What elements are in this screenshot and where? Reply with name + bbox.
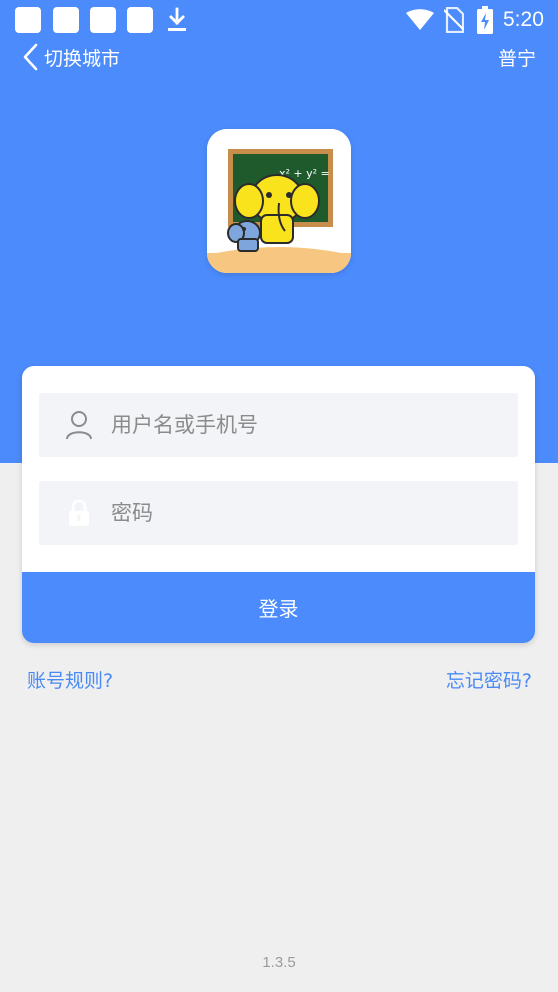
- app-logo: x² + y² = 1: [207, 129, 351, 273]
- switch-city-button[interactable]: 切换城市: [22, 42, 120, 72]
- wifi-icon: [406, 9, 434, 30]
- password-field: [39, 481, 518, 545]
- download-icon: [168, 7, 186, 31]
- switch-city-label: 切换城市: [44, 47, 121, 70]
- app-version: 1.3.5: [262, 954, 296, 971]
- forgot-password-link[interactable]: 忘记密码?: [446, 666, 532, 693]
- app-notification-icon: [127, 7, 153, 33]
- username-input[interactable]: [111, 413, 491, 437]
- chevron-left-icon: [23, 43, 38, 71]
- app-notification-icon: [90, 7, 116, 33]
- status-bar: 5:20: [0, 0, 558, 40]
- no-sim-icon: [444, 7, 464, 33]
- username-field: [39, 393, 518, 457]
- app-notification-icon: [53, 7, 79, 33]
- elephant-teacher-logo-icon: x² + y² = 1: [207, 129, 351, 273]
- login-button[interactable]: 登录: [22, 572, 535, 643]
- password-input[interactable]: [111, 501, 491, 525]
- battery-charging-icon: [477, 6, 493, 34]
- current-city: 普宁: [497, 48, 536, 70]
- status-time: 5:20: [503, 8, 544, 31]
- login-card: 登录: [22, 366, 535, 643]
- lock-icon: [69, 499, 89, 526]
- user-icon: [66, 411, 92, 440]
- account-rules-link[interactable]: 账号规则?: [27, 666, 113, 693]
- app-notification-icon: [15, 7, 41, 33]
